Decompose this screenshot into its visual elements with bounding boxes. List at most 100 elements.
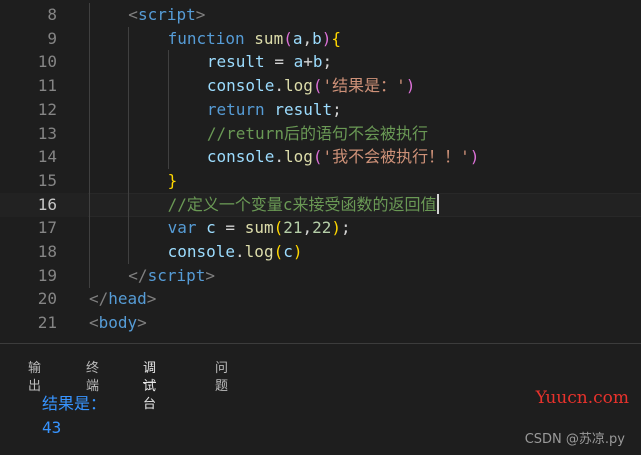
indent-guide (89, 240, 90, 264)
code-line[interactable]: 21 <body> (0, 311, 641, 335)
line-number: 14 (37, 147, 57, 167)
code-line[interactable]: 19 </script> (0, 263, 641, 288)
code-token: > (146, 289, 157, 309)
code-text: <script> (128, 3, 205, 27)
indent-guide (128, 216, 130, 241)
code-token: 22 (312, 218, 332, 238)
code-token: </ (128, 265, 148, 285)
tab-terminal[interactable]: 终端 (86, 360, 99, 394)
code-token: ( (283, 28, 293, 48)
code-token: sum (244, 218, 274, 238)
code-token: body (98, 313, 138, 333)
code-token: ; (341, 218, 351, 238)
code-line[interactable]: 11 console.log('结果是：') (0, 74, 641, 99)
code-token: . (235, 242, 245, 261)
indent-guide (128, 121, 130, 146)
code-editor[interactable]: 8 <script> 9 function sum(a,b){10 result = a… (0, 0, 641, 343)
indent-guide (89, 74, 90, 99)
console-output-line: 43 (42, 418, 62, 437)
code-token: } (167, 170, 178, 190)
code-token: c (206, 218, 216, 238)
line-number: 17 (37, 218, 57, 238)
code-token: ; (322, 52, 333, 72)
line-number: 19 (37, 265, 57, 285)
code-token: log (244, 242, 274, 261)
code-token: log (283, 76, 313, 96)
indent-guide (128, 240, 130, 264)
line-number: 18 (37, 242, 57, 261)
code-token: result (274, 99, 333, 119)
code-token: = (264, 52, 294, 72)
code-token: < (89, 313, 99, 333)
indent-guide (89, 121, 90, 146)
indent-guide (167, 97, 169, 122)
code-text: console.log(c) (168, 240, 303, 264)
code-token: , (302, 28, 313, 48)
code-token: b (312, 28, 322, 48)
code-token: a (293, 52, 304, 72)
code-line[interactable]: 12 return result; (0, 97, 641, 122)
code-token: > (137, 313, 147, 333)
code-token: ) (469, 147, 480, 167)
code-token: > (195, 5, 206, 24)
code-line[interactable]: 13 //return后的语句不会被执行 (0, 121, 641, 146)
code-text: result = a+b; (207, 50, 332, 74)
code-line[interactable]: 8 <script> (0, 3, 641, 27)
code-token: ( (312, 147, 323, 167)
code-line[interactable]: 18 console.log(c) (0, 240, 641, 264)
code-line[interactable]: 15} (0, 168, 641, 193)
watermark-site: Yuucn.com (535, 388, 629, 408)
code-token: ) (331, 218, 342, 238)
code-token: = (215, 218, 245, 238)
indent-guide (89, 263, 90, 288)
indent-guide (128, 192, 130, 217)
code-token: . (274, 147, 284, 167)
tab-debug-console[interactable]: 调试台 (143, 360, 157, 412)
code-line[interactable]: 16 //定义一个变量c来接受函数的返回值 (0, 192, 641, 217)
code-line[interactable]: 20 </head> (0, 287, 641, 311)
code-token: > (205, 265, 215, 285)
line-number: 20 (37, 289, 57, 309)
code-token: , (302, 218, 313, 238)
code-text: //定义一个变量c来接受函数的返回值 (168, 193, 439, 217)
code-token: console (206, 76, 275, 96)
code-line[interactable]: 17 var c = sum(21,22); (0, 216, 641, 241)
code-token: result (206, 52, 265, 72)
indent-guide (128, 50, 130, 75)
bottom-panel: 输出 终端 调试台 问题 结果是： 43 Yuucn.com CSDN @苏凉.… (0, 343, 641, 455)
indent-guide (167, 74, 169, 99)
line-number: 10 (37, 52, 57, 72)
code-token: 21 (283, 218, 303, 238)
code-token: ( (273, 218, 284, 238)
line-number: 11 (37, 76, 57, 96)
code-text: console.log('我不会被执行！！') (207, 145, 480, 169)
tab-problems[interactable]: 问题 (215, 360, 228, 394)
code-text: //return后的语句不会被执行 (207, 122, 428, 146)
code-token: ( (312, 76, 323, 96)
code-token: '结果是：' (322, 76, 406, 96)
text-cursor (436, 193, 439, 214)
code-token: < (128, 5, 138, 24)
indent-guide (167, 121, 169, 146)
indent-guide (89, 192, 90, 217)
tab-output[interactable]: 输出 (28, 360, 41, 394)
line-number: 16 (37, 194, 57, 214)
indent-guide (128, 97, 130, 122)
code-line[interactable]: 10 result = a+b; (0, 50, 641, 75)
indent-guide (89, 26, 90, 51)
line-number: 8 (47, 5, 57, 24)
code-token: return (206, 99, 265, 119)
code-text: console.log('结果是：') (207, 74, 416, 98)
indent-guide (89, 50, 90, 75)
code-token: script (137, 5, 196, 24)
code-line[interactable]: 14 console.log('我不会被执行！！') (0, 145, 641, 170)
code-token: ) (292, 242, 303, 261)
code-token: { (331, 28, 342, 48)
line-number: 12 (37, 99, 57, 119)
code-text: return result; (207, 98, 342, 122)
code-token: . (274, 76, 284, 96)
code-line[interactable]: 9 function sum(a,b){ (0, 26, 641, 51)
